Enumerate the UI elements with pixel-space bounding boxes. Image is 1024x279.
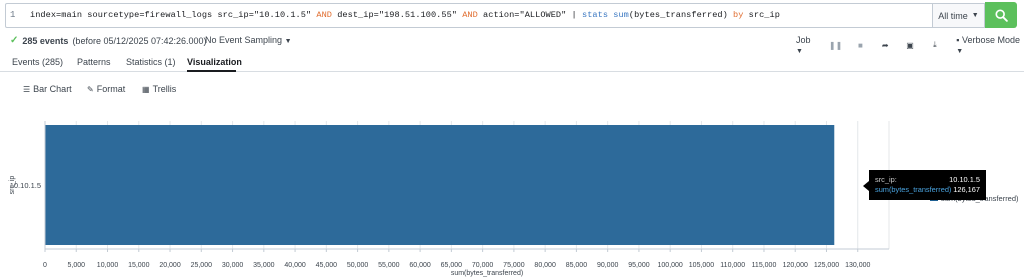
results-tabs: Events (285) Patterns Statistics (1) Vis… [0,51,1024,72]
x-tick-label: 0 [43,262,47,269]
tooltip-category-label: src_ip: [875,175,897,184]
x-tick-label: 80,000 [534,262,556,269]
search-icon [994,8,1008,22]
x-tick-label: 35,000 [253,262,275,269]
x-tick-label: 20,000 [159,262,181,269]
query-token: action="ALLOWED" | [477,10,582,20]
tab-statistics[interactable]: Statistics (1) [126,57,176,67]
search-query-input[interactable]: 1 index=main sourcetype=firewall_logs sr… [5,3,933,28]
caret-down-icon: ▼ [971,12,979,19]
trellis-button[interactable]: ▦ Trellis [142,84,176,94]
x-tick-label: 120,000 [783,262,808,269]
query-token: stats [581,10,609,20]
query-token: AND [316,10,333,20]
job-label: Job [796,35,811,45]
x-tick-label: 85,000 [566,262,588,269]
search-mode-icon: ▪ [956,35,960,45]
sampling-label: No Event Sampling [205,35,283,45]
search-bar: 1 index=main sourcetype=firewall_logs sr… [0,0,1024,30]
query-token: by [733,10,744,20]
tooltip-series-value: 126,167 [953,185,980,194]
x-tick-label: 95,000 [628,262,650,269]
bar[interactable] [45,125,835,245]
x-tick-label: 45,000 [316,262,338,269]
pencil-icon: ✎ [87,84,94,94]
query-token: sum [613,10,629,20]
print-icon[interactable]: ▣ [903,41,918,50]
x-tick-label: 90,000 [597,262,619,269]
event-sampling-dropdown[interactable]: No Event Sampling ▼ [205,35,292,45]
x-tick-label: 55,000 [378,262,400,269]
x-tick-label: 25,000 [191,262,213,269]
query-token: src_ip [743,10,780,20]
stop-icon[interactable]: ■ [853,41,868,50]
x-tick-label: 15,000 [128,262,150,269]
caret-down-icon: ▼ [284,38,292,45]
x-tick-label: 50,000 [347,262,369,269]
x-tick-label: 125,000 [814,262,839,269]
download-icon[interactable]: ⤓ [927,40,942,50]
time-range-picker[interactable]: All time ▼ [932,3,985,28]
x-tick-label: 105,000 [689,262,714,269]
format-label: Format [96,84,126,94]
x-tick-label: 10,000 [97,262,119,269]
x-tick-label: 70,000 [472,262,494,269]
time-range-label: All time [938,10,968,21]
query-token: index=main sourcetype=firewall_logs src_… [30,10,317,20]
x-tick-label: 110,000 [720,262,745,269]
search-mode-label: Verbose Mode [961,35,1021,45]
line-number: 1 [10,10,16,20]
x-axis-title: sum(bytes_transferred) [451,270,523,277]
tab-visualization[interactable]: Visualization [187,57,242,67]
x-tick-label: 65,000 [441,262,463,269]
search-status-bar: ✓ 285 events (before 05/12/2025 07:42:26… [0,30,1024,55]
x-tick-label: 60,000 [409,262,431,269]
format-button[interactable]: ✎ Format [87,84,125,94]
x-tick-label: 75,000 [503,262,525,269]
share-icon[interactable]: ➦ [878,41,893,50]
tab-events[interactable]: Events (285) [12,57,63,67]
search-button[interactable] [985,2,1017,28]
query-token: (bytes_transferred) [628,10,734,20]
y-axis-title: src_ip [9,176,16,195]
check-icon: ✓ [10,35,19,46]
x-tick-label: 30,000 [222,262,244,269]
active-tab-indicator [187,70,236,72]
bar-chart-icon: ☰ [23,84,31,94]
chart-type-label: Bar Chart [33,84,72,94]
chart-type-button[interactable]: ☰ Bar Chart [23,84,72,94]
tooltip-category-value: 10.10.1.5 [949,175,980,184]
chart-tooltip: src_ip: 10.10.1.5 sum(bytes_transferred)… [869,170,986,200]
x-tick-label: 130,000 [845,262,870,269]
tab-patterns[interactable]: Patterns [77,57,111,67]
trellis-icon: ▦ [142,84,150,94]
query-token: AND [462,10,478,20]
x-tick-label: 40,000 [284,262,306,269]
event-time: (before 05/12/2025 07:42:26.000) [72,35,207,46]
event-count: 285 events [22,35,69,46]
visualization-toolbar: ☰ Bar Chart ✎ Format ▦ Trellis [0,84,1024,98]
query-text[interactable]: index=main sourcetype=firewall_logs src_… [30,10,780,20]
x-tick-label: 5,000 [67,262,85,269]
tooltip-series-label: sum(bytes_transferred) [875,185,952,194]
x-tick-label: 115,000 [752,262,777,269]
x-tick-label: 100,000 [658,262,683,269]
pause-icon[interactable]: ❚❚ [828,41,843,50]
trellis-label: Trellis [152,84,177,94]
query-token: dest_ip="198.51.100.55" [332,10,463,20]
